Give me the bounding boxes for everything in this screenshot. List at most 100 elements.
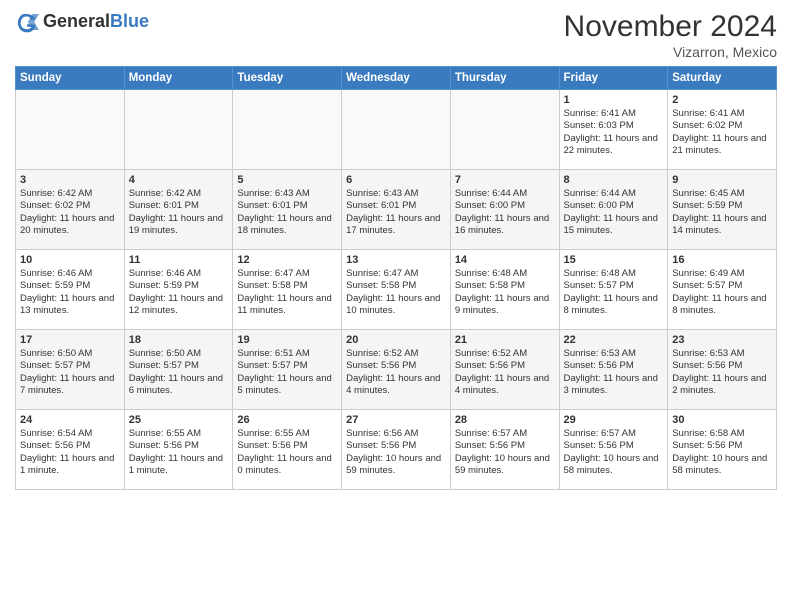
- day-number: 5: [237, 174, 337, 186]
- day-info: Sunset: 5:59 PM: [20, 280, 120, 292]
- day-number: 22: [564, 334, 664, 346]
- day-info: Sunset: 6:02 PM: [20, 200, 120, 212]
- calendar-week-4: 24Sunrise: 6:54 AMSunset: 5:56 PMDayligh…: [16, 410, 777, 490]
- day-info: Daylight: 11 hours and 1 minute.: [20, 453, 120, 478]
- day-info: Sunset: 5:56 PM: [346, 360, 446, 372]
- location: Vizarron, Mexico: [564, 44, 777, 60]
- calendar-cell: 19Sunrise: 6:51 AMSunset: 5:57 PMDayligh…: [233, 330, 342, 410]
- day-info: Sunset: 5:56 PM: [564, 440, 664, 452]
- day-info: Sunrise: 6:55 AM: [237, 428, 337, 440]
- calendar-cell: 27Sunrise: 6:56 AMSunset: 5:56 PMDayligh…: [342, 410, 451, 490]
- day-info: Daylight: 11 hours and 12 minutes.: [129, 293, 229, 318]
- day-number: 7: [455, 174, 555, 186]
- day-info: Sunset: 6:03 PM: [564, 120, 664, 132]
- day-info: Daylight: 11 hours and 1 minute.: [129, 453, 229, 478]
- day-number: 29: [564, 414, 664, 426]
- calendar-cell: 17Sunrise: 6:50 AMSunset: 5:57 PMDayligh…: [16, 330, 125, 410]
- month-title: November 2024: [564, 10, 777, 44]
- day-number: 21: [455, 334, 555, 346]
- day-info: Sunrise: 6:48 AM: [564, 268, 664, 280]
- day-number: 20: [346, 334, 446, 346]
- day-info: Sunrise: 6:52 AM: [346, 348, 446, 360]
- day-number: 4: [129, 174, 229, 186]
- day-number: 23: [672, 334, 772, 346]
- day-info: Sunset: 6:00 PM: [564, 200, 664, 212]
- calendar-cell: 24Sunrise: 6:54 AMSunset: 5:56 PMDayligh…: [16, 410, 125, 490]
- day-info: Sunset: 5:57 PM: [672, 280, 772, 292]
- day-info: Sunrise: 6:45 AM: [672, 188, 772, 200]
- header: General Blue November 2024 Vizarron, Mex…: [15, 10, 777, 60]
- day-info: Sunrise: 6:53 AM: [564, 348, 664, 360]
- day-info: Sunset: 6:01 PM: [129, 200, 229, 212]
- day-info: Sunrise: 6:44 AM: [564, 188, 664, 200]
- day-info: Sunset: 5:57 PM: [129, 360, 229, 372]
- day-info: Sunrise: 6:56 AM: [346, 428, 446, 440]
- day-info: Daylight: 11 hours and 10 minutes.: [346, 293, 446, 318]
- day-info: Sunset: 5:58 PM: [237, 280, 337, 292]
- day-info: Daylight: 11 hours and 14 minutes.: [672, 213, 772, 238]
- day-header-saturday: Saturday: [668, 67, 777, 90]
- day-info: Sunrise: 6:48 AM: [455, 268, 555, 280]
- calendar-cell: 23 Sunrise: 6:53 AMSunset: 5:56 PMDayligh…: [668, 330, 777, 410]
- logo-general: General: [43, 12, 110, 32]
- day-header-thursday: Thursday: [450, 67, 559, 90]
- day-info: Daylight: 10 hours and 58 minutes.: [564, 453, 664, 478]
- calendar-cell: [233, 90, 342, 170]
- calendar-week-0: 1Sunrise: 6:41 AMSunset: 6:03 PMDaylight…: [16, 90, 777, 170]
- day-info: Daylight: 11 hours and 7 minutes.: [20, 373, 120, 398]
- day-info: Daylight: 11 hours and 6 minutes.: [129, 373, 229, 398]
- day-info: Sunset: 6:01 PM: [346, 200, 446, 212]
- day-header-sunday: Sunday: [16, 67, 125, 90]
- day-number: 27: [346, 414, 446, 426]
- calendar-cell: 7Sunrise: 6:44 AMSunset: 6:00 PMDaylight…: [450, 170, 559, 250]
- calendar-cell: 2Sunrise: 6:41 AMSunset: 6:02 PMDaylight…: [668, 90, 777, 170]
- logo: General Blue: [15, 10, 149, 34]
- calendar-cell: 11Sunrise: 6:46 AMSunset: 5:59 PMDayligh…: [124, 250, 233, 330]
- day-info: Sunrise: 6:53 AM: [672, 348, 772, 360]
- day-info: Sunset: 5:56 PM: [455, 360, 555, 372]
- day-info: Sunrise: 6:46 AM: [20, 268, 120, 280]
- day-number: 16: [672, 254, 772, 266]
- day-info: Sunrise: 6:50 AM: [20, 348, 120, 360]
- day-info: Daylight: 11 hours and 19 minutes.: [129, 213, 229, 238]
- day-info: Sunset: 5:57 PM: [564, 280, 664, 292]
- day-number: 14: [455, 254, 555, 266]
- day-info: Sunset: 5:56 PM: [672, 360, 772, 372]
- calendar-container: General Blue November 2024 Vizarron, Mex…: [0, 0, 792, 500]
- calendar-cell: 13Sunrise: 6:47 AMSunset: 5:58 PMDayligh…: [342, 250, 451, 330]
- day-info: Daylight: 10 hours and 59 minutes.: [346, 453, 446, 478]
- day-number: 11: [129, 254, 229, 266]
- day-info: Daylight: 11 hours and 2 minutes.: [672, 373, 772, 398]
- day-info: Daylight: 11 hours and 22 minutes.: [564, 133, 664, 158]
- day-info: Daylight: 11 hours and 4 minutes.: [455, 373, 555, 398]
- day-number: 19: [237, 334, 337, 346]
- calendar-cell: 6Sunrise: 6:43 AMSunset: 6:01 PMDaylight…: [342, 170, 451, 250]
- day-info: Sunset: 5:58 PM: [455, 280, 555, 292]
- day-info: Daylight: 11 hours and 9 minutes.: [455, 293, 555, 318]
- day-info: Sunrise: 6:42 AM: [20, 188, 120, 200]
- day-header-tuesday: Tuesday: [233, 67, 342, 90]
- day-info: Daylight: 11 hours and 0 minutes.: [237, 453, 337, 478]
- day-number: 28: [455, 414, 555, 426]
- day-info: Daylight: 11 hours and 3 minutes.: [564, 373, 664, 398]
- day-info: Daylight: 11 hours and 20 minutes.: [20, 213, 120, 238]
- calendar-cell: 5Sunrise: 6:43 AMSunset: 6:01 PMDaylight…: [233, 170, 342, 250]
- day-info: Sunset: 5:56 PM: [672, 440, 772, 452]
- day-header-friday: Friday: [559, 67, 668, 90]
- day-info: Sunrise: 6:58 AM: [672, 428, 772, 440]
- day-info: Sunrise: 6:43 AM: [237, 188, 337, 200]
- day-number: 9: [672, 174, 772, 186]
- day-info: Daylight: 10 hours and 59 minutes.: [455, 453, 555, 478]
- calendar-week-1: 3Sunrise: 6:42 AMSunset: 6:02 PMDaylight…: [16, 170, 777, 250]
- calendar-cell: 26Sunrise: 6:55 AMSunset: 5:56 PMDayligh…: [233, 410, 342, 490]
- logo-icon: [15, 10, 39, 34]
- calendar-cell: 25Sunrise: 6:55 AMSunset: 5:56 PMDayligh…: [124, 410, 233, 490]
- day-info: Sunset: 5:59 PM: [129, 280, 229, 292]
- calendar-week-2: 10Sunrise: 6:46 AMSunset: 5:59 PMDayligh…: [16, 250, 777, 330]
- calendar-cell: 30Sunrise: 6:58 AMSunset: 5:56 PMDayligh…: [668, 410, 777, 490]
- calendar-table: SundayMondayTuesdayWednesdayThursdayFrid…: [15, 66, 777, 490]
- day-info: Sunrise: 6:47 AM: [346, 268, 446, 280]
- day-info: Daylight: 11 hours and 4 minutes.: [346, 373, 446, 398]
- day-number: 30: [672, 414, 772, 426]
- day-info: Sunset: 5:59 PM: [672, 200, 772, 212]
